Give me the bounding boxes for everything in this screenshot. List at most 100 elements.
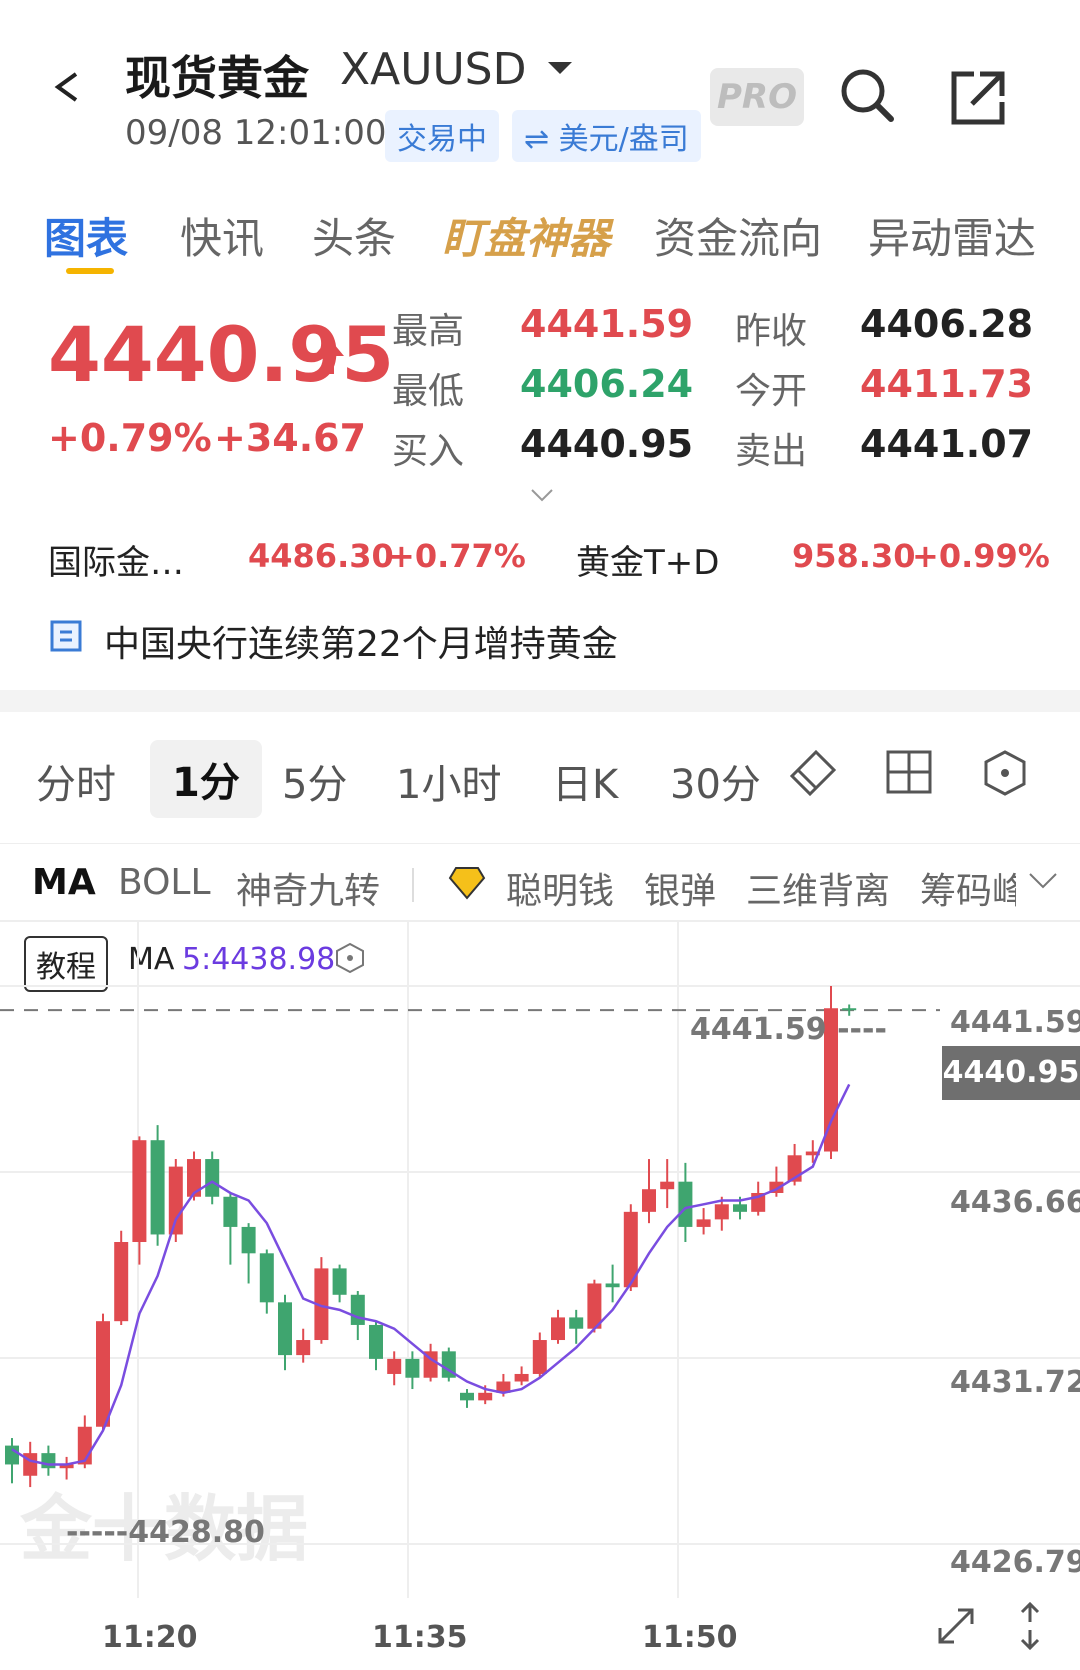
stat-value-high: 4441.59 <box>520 302 694 346</box>
candle-body <box>5 1445 19 1465</box>
stat-value-ask: 4441.07 <box>860 422 1034 466</box>
candle-body <box>696 1219 711 1227</box>
y-tick-label: 4441.59 <box>950 1005 1080 1040</box>
candle-body <box>714 1204 729 1220</box>
indicator-smart-money[interactable]: 聪明钱 <box>506 862 614 914</box>
candle-body <box>660 1181 675 1190</box>
candle-body <box>605 1283 620 1288</box>
candle-body <box>278 1302 292 1356</box>
indicator-divider <box>412 868 414 902</box>
instrument-title: 现货黄金 <box>125 51 309 105</box>
stat-value-prev-close: 4406.28 <box>860 302 1034 346</box>
tab-anomaly-radar[interactable]: 异动雷达 <box>868 205 1036 266</box>
candle-body <box>387 1358 402 1374</box>
tab-headlines[interactable]: 头条 <box>312 205 396 266</box>
candle-body <box>405 1358 420 1378</box>
active-tab-indicator <box>66 268 114 274</box>
candle-body <box>514 1373 529 1382</box>
candle-body <box>259 1253 274 1303</box>
indicator-chip-peak[interactable]: 筹码峰 <box>920 862 1016 914</box>
tab-chart[interactable]: 图表 <box>44 205 128 266</box>
candle-body <box>642 1189 656 1212</box>
candle-body <box>96 1321 110 1427</box>
y-tick-label: 4426.79 <box>950 1545 1080 1580</box>
candle-body <box>205 1159 220 1197</box>
x-tick-label: 11:20 <box>102 1620 198 1655</box>
candle-body <box>114 1242 129 1322</box>
section-separator <box>0 690 1080 712</box>
tab-flash-news[interactable]: 快讯 <box>180 205 264 266</box>
price-up-arrow-icon <box>314 338 344 374</box>
stat-label-bid: 买入 <box>392 431 465 472</box>
chart-settings-hexagon-icon[interactable] <box>982 750 1028 796</box>
more-indicators-chevron-icon[interactable] <box>1028 872 1058 890</box>
stat-label-ask: 卖出 <box>735 431 808 472</box>
candle-body <box>551 1317 565 1341</box>
candle-body <box>733 1204 747 1212</box>
stat-value-bid: 4440.95 <box>520 422 694 466</box>
share-icon[interactable] <box>950 70 1006 126</box>
y-tick-label: 4431.72 <box>950 1365 1080 1400</box>
candle-body <box>223 1196 238 1227</box>
related-change-gold-td: +0.99% <box>912 537 1050 575</box>
smart-money-diamond-icon <box>448 867 486 900</box>
candle-body <box>296 1340 311 1356</box>
indicator-3d-divergence[interactable]: 三维背离 <box>746 862 890 914</box>
y-tick-label: 4436.66 <box>950 1185 1080 1220</box>
period-5min[interactable]: 5分 <box>282 752 347 810</box>
period-30min[interactable]: 30分 <box>670 752 761 810</box>
candle-body <box>678 1181 693 1227</box>
related-value-intl-gold: 4486.30 <box>248 537 394 575</box>
high-price-marker: 4441.59 ---- <box>690 1012 887 1047</box>
candle-body <box>369 1324 383 1359</box>
quote-datetime: 09/08 12:01:00 <box>125 113 387 153</box>
candle-body <box>132 1140 147 1243</box>
layout-grid-icon[interactable] <box>886 750 932 794</box>
low-price-marker: -----4428.80 <box>66 1515 265 1550</box>
stat-value-low: 4406.24 <box>520 362 694 406</box>
tab-market-watch-tool[interactable]: 盯盘神器 <box>442 205 610 266</box>
absolute-change: +34.67 <box>214 416 367 460</box>
indicator-ma[interactable]: MA <box>32 862 96 903</box>
candle-body <box>478 1392 493 1401</box>
indicator-magic-nine[interactable]: 神奇九转 <box>236 862 380 914</box>
candle-body <box>569 1317 584 1329</box>
related-label-intl-gold[interactable]: 国际金… <box>48 535 184 584</box>
stat-label-low: 最低 <box>392 371 465 412</box>
drawing-tool-icon[interactable] <box>788 748 838 798</box>
period-1hour[interactable]: 1小时 <box>396 752 501 810</box>
related-value-gold-td: 958.30 <box>792 537 916 575</box>
stat-label-prev-close: 昨收 <box>735 311 808 352</box>
trading-status-badge: 交易中 <box>385 110 499 162</box>
tab-fund-flow[interactable]: 资金流向 <box>654 205 822 266</box>
stat-label-high: 最高 <box>392 311 465 352</box>
candle-body <box>332 1268 347 1295</box>
percent-change: +0.79% <box>48 416 212 460</box>
currency-unit-badge[interactable]: ⇌ 美元/盎司 <box>512 110 701 162</box>
indicator-silver-bullet[interactable]: 银弹 <box>644 862 716 914</box>
back-arrow-icon[interactable] <box>52 72 82 102</box>
fullscreen-expand-icon[interactable] <box>934 1604 978 1648</box>
candle-body <box>150 1140 165 1235</box>
period-daily-k[interactable]: 日K <box>552 752 618 810</box>
pro-badge[interactable]: PRO <box>710 68 804 126</box>
period-timeshare[interactable]: 分时 <box>36 752 116 810</box>
stat-label-open: 今开 <box>735 371 808 412</box>
search-icon[interactable] <box>838 66 896 124</box>
instrument-symbol[interactable]: XAUUSD <box>340 44 526 95</box>
period-1min[interactable]: 1分 <box>150 740 262 818</box>
x-tick-label: 11:50 <box>642 1620 738 1655</box>
indicator-boll[interactable]: BOLL <box>118 862 211 903</box>
candle-body <box>350 1294 365 1325</box>
vertical-scale-icon[interactable] <box>1014 1600 1046 1652</box>
symbol-dropdown-caret-icon[interactable] <box>548 62 572 74</box>
expand-stats-chevron-icon[interactable] <box>530 488 554 502</box>
stat-value-open: 4411.73 <box>860 362 1034 406</box>
news-headline-link[interactable]: 中国央行连续第22个月增持黄金 <box>104 615 618 667</box>
x-tick-label: 11:35 <box>372 1620 468 1655</box>
related-label-gold-td[interactable]: 黄金T+D <box>576 535 719 584</box>
news-document-icon <box>50 620 82 652</box>
candle-body <box>168 1166 183 1235</box>
candlestick-chart[interactable] <box>0 922 1080 1602</box>
related-change-intl-gold: +0.77% <box>388 537 526 575</box>
